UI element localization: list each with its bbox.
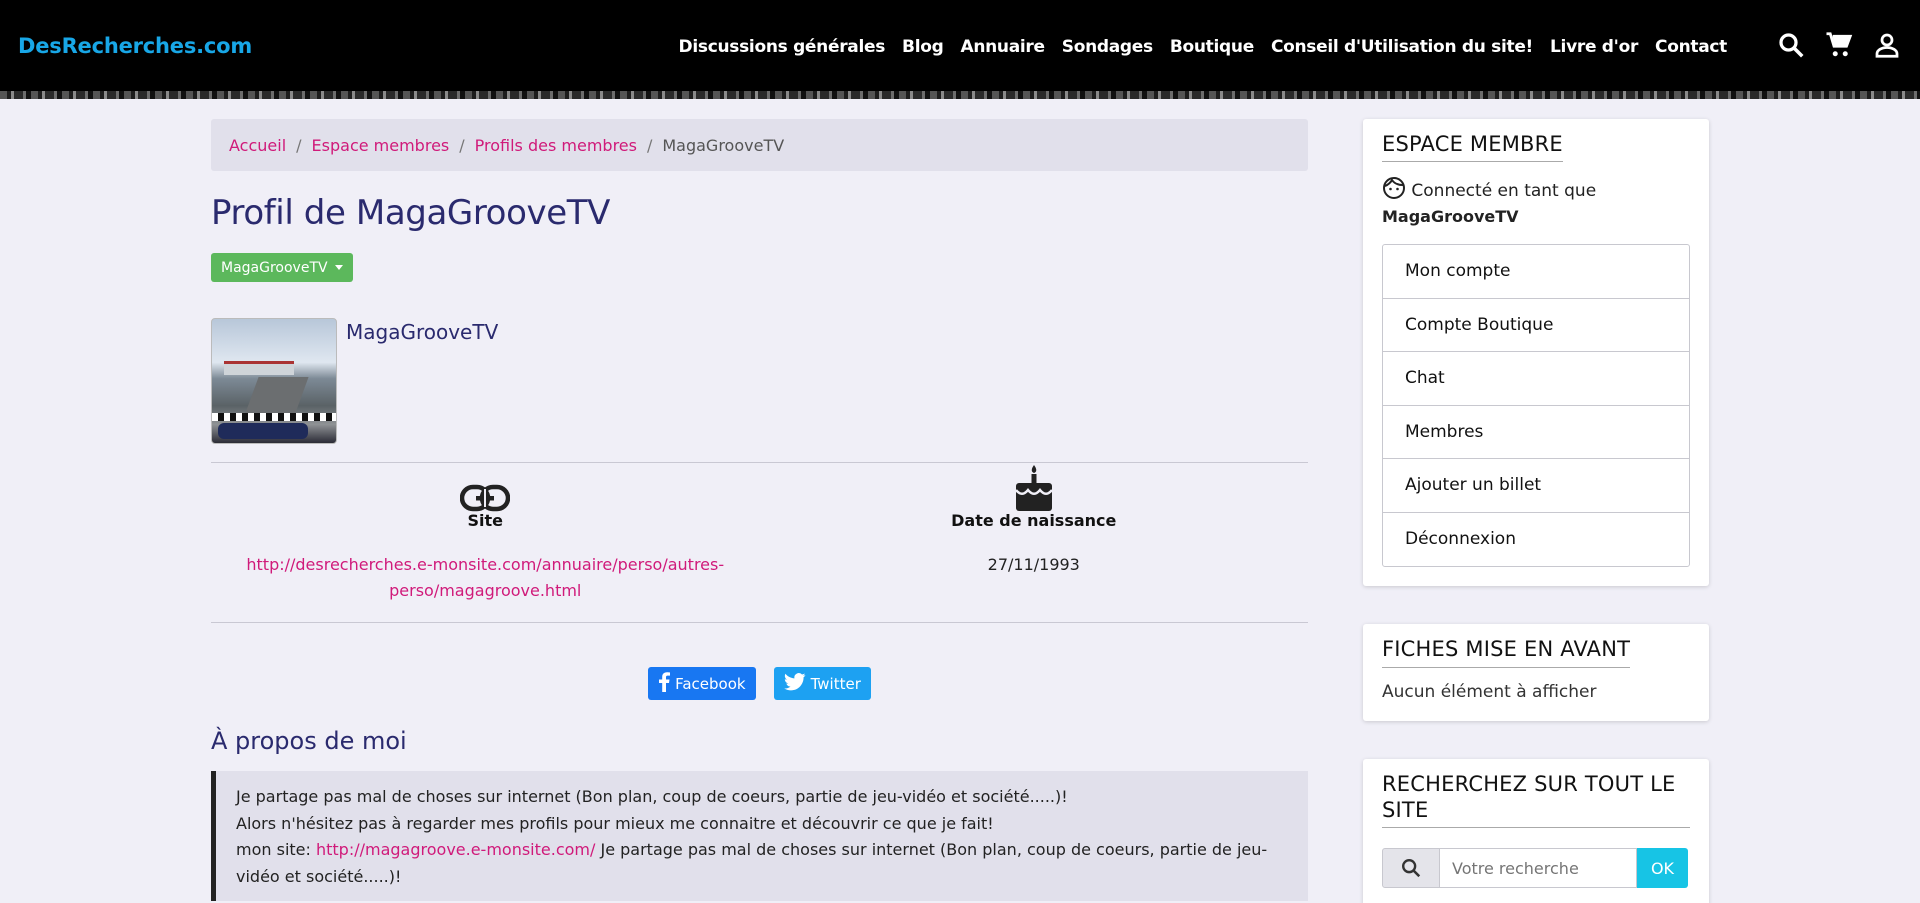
featured-empty-text: Aucun élément à afficher (1382, 681, 1597, 702)
main-nav: Discussions générales Blog Annuaire Sond… (679, 37, 1728, 57)
birthdate-label: Date de naissance (951, 511, 1117, 530)
site-info: Site http://desrecherches.e-monsite.com/… (211, 479, 760, 604)
about-title: À propos de moi (211, 727, 407, 755)
about-site-prefix: mon site: (236, 840, 316, 859)
featured-title: FICHES MISE EN AVANT (1382, 636, 1631, 668)
top-navbar: DesRecherches.com Discussions générales … (0, 0, 1920, 96)
member-space-title: ESPACE MEMBRE (1382, 131, 1563, 163)
menu-compte-boutique[interactable]: Compte Boutique (1383, 299, 1689, 353)
connected-username: MagaGrooveTV (1382, 207, 1519, 227)
breadcrumb-current: MagaGrooveTV (662, 135, 785, 155)
birthdate-info: Date de naissance 27/11/1993 (760, 465, 1309, 604)
profile-header: MagaGrooveTV (211, 318, 1308, 444)
about-site-link[interactable]: http://magagroove.e-monsite.com/ (316, 840, 595, 859)
about-line: Alors n'hésitez pas à regarder mes profi… (236, 813, 994, 833)
menu-mon-compte[interactable]: Mon compte (1383, 245, 1689, 299)
search-icon[interactable] (1776, 30, 1806, 60)
header-actions (1776, 30, 1902, 60)
sidebar: ESPACE MEMBRE Connecté en tant que MagaG… (1363, 119, 1709, 903)
about-content: Je partage pas mal de choses sur interne… (211, 771, 1308, 901)
breadcrumb-separator: / (646, 135, 653, 155)
site-label: Site (467, 511, 503, 530)
birthday-cake-icon (760, 465, 1309, 513)
about-line: mon site: http://magagroove.e-monsite.co… (236, 837, 1288, 890)
site-link[interactable]: http://desrecherches.e-monsite.com/annua… (211, 552, 760, 604)
about-line: Je partage pas mal de choses sur interne… (236, 787, 1068, 806)
nav-blog[interactable]: Blog (902, 37, 944, 57)
profile-user-dropdown[interactable]: MagaGrooveTV (211, 253, 353, 282)
user-icon[interactable] (1872, 30, 1902, 60)
breadcrumb-profils[interactable]: Profils des membres (475, 136, 637, 155)
menu-chat[interactable]: Chat (1383, 352, 1689, 406)
site-search-button[interactable]: OK (1637, 848, 1688, 888)
link-icon (211, 479, 760, 513)
face-icon (1382, 177, 1411, 201)
search-icon (1382, 848, 1440, 888)
menu-membres[interactable]: Membres (1383, 406, 1689, 460)
member-space-card: ESPACE MEMBRE Connecté en tant que MagaG… (1363, 119, 1709, 587)
share-buttons: Facebook Twitter (211, 667, 1308, 700)
twitter-icon (783, 672, 806, 695)
avatar (211, 318, 337, 444)
birthdate-value: 27/11/1993 (987, 555, 1080, 574)
site-search-form: OK (1382, 848, 1690, 888)
site-search-card: RECHERCHEZ SUR TOUT LE SITE OK (1363, 758, 1709, 903)
nav-annuaire[interactable]: Annuaire (960, 37, 1045, 57)
nav-boutique[interactable]: Boutique (1170, 37, 1254, 57)
nav-livre-dor[interactable]: Livre d'or (1550, 37, 1638, 57)
main-content: Accueil / Espace membres / Profils des m… (211, 119, 1308, 901)
caret-down-icon (334, 265, 343, 270)
twitter-label: Twitter (810, 674, 861, 693)
connected-prefix: Connecté en tant que (1411, 181, 1597, 202)
twitter-share-button[interactable]: Twitter (773, 667, 871, 700)
site-search-input[interactable] (1440, 848, 1637, 888)
nav-sondages[interactable]: Sondages (1062, 37, 1153, 57)
breadcrumb-separator: / (459, 135, 465, 155)
nav-conseil[interactable]: Conseil d'Utilisation du site! (1271, 37, 1533, 57)
breadcrumb-separator: / (296, 135, 302, 155)
cart-icon[interactable] (1824, 30, 1854, 60)
breadcrumb-espace-membres[interactable]: Espace membres (312, 136, 450, 155)
site-search-title: RECHERCHEZ SUR TOUT LE SITE (1382, 771, 1690, 828)
header-banner-strip (0, 91, 1920, 99)
menu-ajouter-billet[interactable]: Ajouter un billet (1383, 459, 1689, 513)
facebook-icon (658, 671, 671, 696)
nav-contact[interactable]: Contact (1655, 37, 1727, 57)
featured-card: FICHES MISE EN AVANT Aucun élément à aff… (1363, 624, 1709, 721)
member-menu: Mon compte Compte Boutique Chat Membres … (1382, 244, 1690, 568)
breadcrumb-accueil[interactable]: Accueil (229, 136, 286, 155)
nav-discussions[interactable]: Discussions générales (679, 37, 886, 57)
menu-deconnexion[interactable]: Déconnexion (1383, 513, 1689, 567)
breadcrumb: Accueil / Espace membres / Profils des m… (211, 119, 1308, 171)
connected-status: Connecté en tant que MagaGrooveTV (1382, 176, 1690, 230)
facebook-share-button[interactable]: Facebook (648, 667, 756, 700)
profile-name: MagaGrooveTV (346, 320, 499, 344)
page-title: Profil de MagaGrooveTV (211, 193, 610, 233)
divider (211, 622, 1308, 623)
dropdown-label: MagaGrooveTV (221, 259, 328, 276)
site-logo-link[interactable]: DesRecherches.com (18, 34, 252, 58)
profile-info-row: Site http://desrecherches.e-monsite.com/… (211, 463, 1308, 622)
facebook-label: Facebook (675, 674, 746, 693)
